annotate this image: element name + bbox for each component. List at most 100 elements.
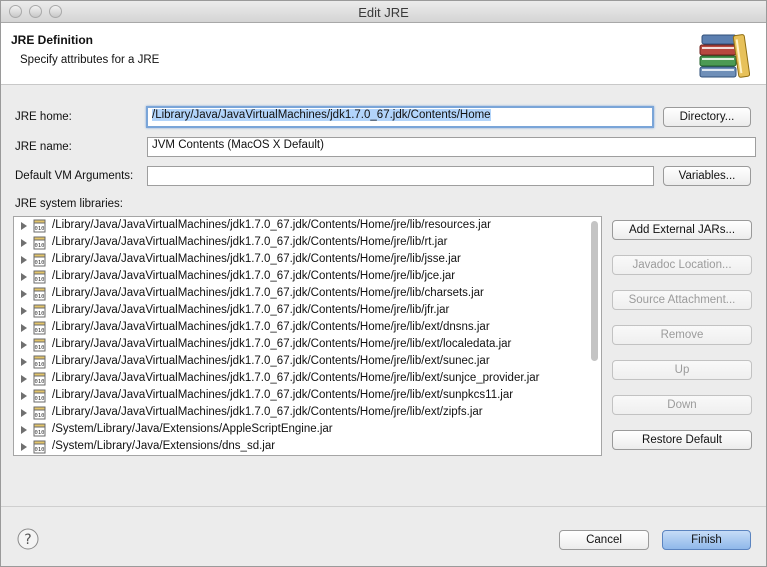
- library-path: /Library/Java/JavaVirtualMachines/jdk1.7…: [52, 287, 484, 299]
- expand-triangle-icon[interactable]: [21, 392, 27, 400]
- jar-file-icon: 010: [33, 253, 46, 267]
- system-libraries-label: JRE system libraries:: [15, 198, 123, 210]
- library-path: /Library/Java/JavaVirtualMachines/jdk1.7…: [52, 270, 456, 282]
- library-row[interactable]: 010/Library/Java/JavaVirtualMachines/jdk…: [14, 371, 589, 388]
- library-row[interactable]: 010/Library/Java/JavaVirtualMachines/jdk…: [14, 218, 589, 235]
- expand-triangle-icon[interactable]: [21, 290, 27, 298]
- svg-text:010: 010: [35, 243, 45, 249]
- jar-file-icon: 010: [33, 355, 46, 369]
- library-path: /Library/Java/JavaVirtualMachines/jdk1.7…: [52, 321, 490, 333]
- library-path: /Library/Java/JavaVirtualMachines/jdk1.7…: [52, 389, 514, 401]
- svg-text:010: 010: [35, 362, 45, 368]
- libraries-scrollbar[interactable]: [590, 219, 599, 455]
- library-books-icon: [699, 34, 750, 78]
- cancel-button[interactable]: Cancel: [559, 530, 649, 550]
- svg-text:010: 010: [35, 430, 45, 436]
- jar-file-icon: 010: [33, 389, 46, 403]
- library-row[interactable]: 010/Library/Java/JavaVirtualMachines/jdk…: [14, 269, 589, 286]
- library-row[interactable]: 010/Library/Java/JavaVirtualMachines/jdk…: [14, 286, 589, 303]
- expand-triangle-icon[interactable]: [21, 273, 27, 281]
- jre-home-label: JRE home:: [15, 111, 72, 123]
- svg-text:010: 010: [35, 226, 45, 232]
- expand-triangle-icon[interactable]: [21, 443, 27, 451]
- library-path: /Library/Java/JavaVirtualMachines/jdk1.7…: [52, 236, 448, 248]
- footer-separator: [1, 506, 766, 507]
- library-row[interactable]: 010/Library/Java/JavaVirtualMachines/jdk…: [14, 337, 589, 354]
- library-path: /System/Library/Java/Extensions/dns_sd.j…: [52, 440, 276, 452]
- jar-file-icon: 010: [33, 406, 46, 420]
- library-row[interactable]: 010/Library/Java/JavaVirtualMachines/jdk…: [14, 388, 589, 405]
- banner-title: JRE Definition: [11, 33, 94, 47]
- expand-triangle-icon[interactable]: [21, 358, 27, 366]
- expand-triangle-icon[interactable]: [21, 324, 27, 332]
- expand-triangle-icon[interactable]: [21, 307, 27, 315]
- jar-file-icon: 010: [33, 423, 46, 437]
- library-row[interactable]: 010/Library/Java/JavaVirtualMachines/jdk…: [14, 252, 589, 269]
- title-bar: Edit JRE: [1, 1, 766, 23]
- library-path: /System/Library/Java/Extensions/AppleScr…: [52, 423, 333, 435]
- expand-triangle-icon[interactable]: [21, 222, 27, 230]
- library-row[interactable]: 010/System/Library/Java/Extensions/Apple…: [14, 422, 589, 439]
- svg-text:010: 010: [35, 277, 45, 283]
- jre-home-field[interactable]: /Library/Java/JavaVirtualMachines/jdk1.7…: [146, 106, 654, 128]
- vm-arguments-field[interactable]: [147, 166, 654, 186]
- library-row[interactable]: 010/Library/Java/JavaVirtualMachines/jdk…: [14, 320, 589, 337]
- expand-triangle-icon[interactable]: [21, 409, 27, 417]
- jar-file-icon: 010: [33, 236, 46, 250]
- expand-triangle-icon[interactable]: [21, 256, 27, 264]
- expand-triangle-icon[interactable]: [21, 239, 27, 247]
- edit-jre-dialog: Edit JRE JRE Definition Specify attribut…: [0, 0, 767, 567]
- jar-file-icon: 010: [33, 287, 46, 301]
- banner-subtitle: Specify attributes for a JRE: [20, 54, 160, 66]
- jre-name-field[interactable]: JVM Contents (MacOS X Default): [147, 137, 756, 157]
- finish-button[interactable]: Finish: [662, 530, 751, 550]
- window-title: Edit JRE: [358, 5, 409, 20]
- jre-home-value: /Library/Java/JavaVirtualMachines/jdk1.7…: [152, 109, 491, 121]
- javadoc-location-button[interactable]: Javadoc Location...: [612, 255, 752, 275]
- help-icon[interactable]: ?: [17, 528, 39, 550]
- expand-triangle-icon[interactable]: [21, 341, 27, 349]
- svg-text:010: 010: [35, 311, 45, 317]
- source-attachment-button[interactable]: Source Attachment...: [612, 290, 752, 310]
- expand-triangle-icon[interactable]: [21, 426, 27, 434]
- svg-text:010: 010: [35, 396, 45, 402]
- library-path: /Library/Java/JavaVirtualMachines/jdk1.7…: [52, 304, 450, 316]
- library-path: /Library/Java/JavaVirtualMachines/jdk1.7…: [52, 406, 483, 418]
- svg-text:010: 010: [35, 328, 45, 334]
- jar-file-icon: 010: [33, 440, 46, 454]
- library-path: /Library/Java/JavaVirtualMachines/jdk1.7…: [52, 372, 540, 384]
- restore-default-button[interactable]: Restore Default: [612, 430, 752, 450]
- variables-button[interactable]: Variables...: [663, 166, 751, 186]
- library-row[interactable]: 010/Library/Java/JavaVirtualMachines/jdk…: [14, 235, 589, 252]
- remove-button[interactable]: Remove: [612, 325, 752, 345]
- jar-file-icon: 010: [33, 219, 46, 233]
- down-button[interactable]: Down: [612, 395, 752, 415]
- svg-text:?: ?: [24, 532, 31, 548]
- system-libraries-tree[interactable]: 010/Library/Java/JavaVirtualMachines/jdk…: [13, 216, 602, 456]
- library-path: /Library/Java/JavaVirtualMachines/jdk1.7…: [52, 219, 491, 231]
- svg-text:010: 010: [35, 447, 45, 453]
- jar-file-icon: 010: [33, 372, 46, 386]
- jar-file-icon: 010: [33, 321, 46, 335]
- svg-text:010: 010: [35, 379, 45, 385]
- jre-name-label: JRE name:: [15, 141, 72, 153]
- up-button[interactable]: Up: [612, 360, 752, 380]
- header-banner: JRE Definition Specify attributes for a …: [1, 23, 766, 85]
- svg-text:010: 010: [35, 413, 45, 419]
- jar-file-icon: 010: [33, 270, 46, 284]
- library-row[interactable]: 010/Library/Java/JavaVirtualMachines/jdk…: [14, 354, 589, 371]
- scrollbar-thumb[interactable]: [591, 221, 598, 361]
- jar-file-icon: 010: [33, 338, 46, 352]
- library-path: /Library/Java/JavaVirtualMachines/jdk1.7…: [52, 338, 512, 350]
- library-row[interactable]: 010/System/Library/Java/Extensions/dns_s…: [14, 439, 589, 455]
- library-path: /Library/Java/JavaVirtualMachines/jdk1.7…: [52, 355, 490, 367]
- library-row[interactable]: 010/Library/Java/JavaVirtualMachines/jdk…: [14, 405, 589, 422]
- library-row[interactable]: 010/Library/Java/JavaVirtualMachines/jdk…: [14, 303, 589, 320]
- vm-arguments-label: Default VM Arguments:: [15, 170, 134, 182]
- jar-file-icon: 010: [33, 304, 46, 318]
- svg-text:010: 010: [35, 294, 45, 300]
- library-path: /Library/Java/JavaVirtualMachines/jdk1.7…: [52, 253, 461, 265]
- expand-triangle-icon[interactable]: [21, 375, 27, 383]
- add-external-jars-button[interactable]: Add External JARs...: [612, 220, 752, 240]
- directory-button[interactable]: Directory...: [663, 107, 751, 127]
